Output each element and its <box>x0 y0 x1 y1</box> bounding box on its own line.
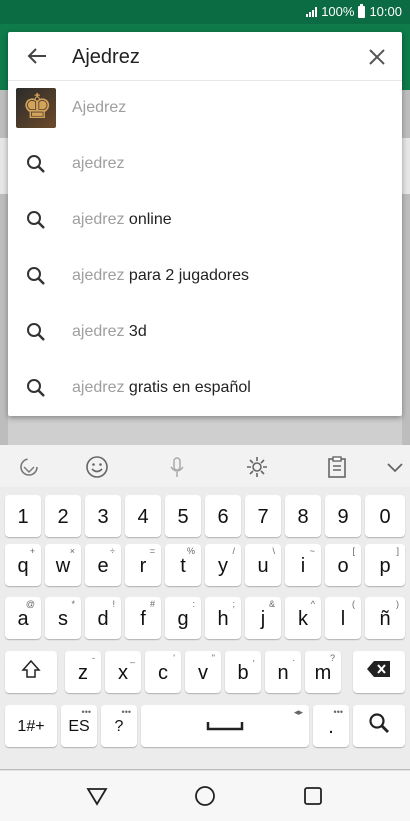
key-q[interactable]: + q <box>5 544 41 586</box>
key-v[interactable]: " v <box>185 651 221 693</box>
key-m[interactable]: ? m <box>305 651 341 693</box>
keyboard: 1 2 3 4 5 6 7 8 9 0 + q × w ÷ e = r % t / y \ u… <box>0 487 410 769</box>
suggestion-text: Ajedrez <box>72 99 127 116</box>
suggestion-text: ajedrez para 2 jugadores <box>72 267 250 284</box>
keyboard-toolbar <box>0 445 410 488</box>
key-7[interactable]: 7 <box>245 495 281 537</box>
key-j[interactable]: & j <box>245 597 281 639</box>
question-key[interactable]: •••? <box>101 705 137 747</box>
key-p[interactable]: ] p <box>365 544 405 586</box>
key-b[interactable]: ,b <box>225 651 261 693</box>
space-icon <box>206 715 244 738</box>
key-9[interactable]: 9 <box>325 495 361 537</box>
key-a[interactable]: @ a <box>5 597 41 639</box>
chess-app-icon <box>16 88 56 128</box>
language-key[interactable]: ••• ES <box>61 705 97 747</box>
back-triangle-icon[interactable] <box>84 783 110 809</box>
search-key[interactable] <box>353 705 405 747</box>
search-row: Ajedrez <box>8 32 402 81</box>
key-y[interactable]: / y <box>205 544 241 586</box>
key-3[interactable]: 3 <box>85 495 121 537</box>
search-input[interactable]: Ajedrez <box>72 46 140 69</box>
settings-gear-icon[interactable] <box>244 454 270 480</box>
clock: 10:00 <box>369 4 402 19</box>
suggestion-text: ajedrez online <box>72 211 172 228</box>
backspace-icon <box>366 659 392 685</box>
key-0[interactable]: 0 <box>365 495 405 537</box>
suggestion-item[interactable]: ajedrez 3d <box>8 304 402 360</box>
period-key[interactable]: •••. <box>313 705 349 747</box>
suggestion-item[interactable]: ajedrez gratis en español <box>8 360 402 416</box>
shift-key[interactable] <box>5 651 57 693</box>
suggestion-text: ajedrez <box>72 155 125 172</box>
signal-icon <box>306 6 318 17</box>
suggestion-text: ajedrez gratis en español <box>72 379 251 396</box>
key-g[interactable]: :g <box>165 597 201 639</box>
key-f[interactable]: # f <box>125 597 161 639</box>
suggestion-item[interactable]: ajedrez <box>8 136 402 192</box>
backspace-key[interactable] <box>353 651 405 693</box>
recents-square-icon[interactable] <box>300 783 326 809</box>
hide-keyboard-chevron-icon[interactable] <box>382 454 408 480</box>
key-8[interactable]: 8 <box>285 495 321 537</box>
suggestion-text: ajedrez 3d <box>72 323 147 340</box>
key-x[interactable]: _ x <box>105 651 141 693</box>
navigation-bar <box>0 770 410 821</box>
key-l[interactable]: (l <box>325 597 361 639</box>
clipboard-icon[interactable] <box>324 454 350 480</box>
key-t[interactable]: % t <box>165 544 201 586</box>
suggestion-item[interactable]: ajedrez online <box>8 192 402 248</box>
key-h[interactable]: ; h <box>205 597 241 639</box>
key-r[interactable]: = r <box>125 544 161 586</box>
search-icon <box>24 320 48 344</box>
rotate-keyboard-icon[interactable] <box>16 454 42 480</box>
search-suggestions-panel: Ajedrez Ajedrez ajedrez ajedrez online a… <box>8 32 402 416</box>
key-c[interactable]: ' c <box>145 651 181 693</box>
key-e[interactable]: ÷ e <box>85 544 121 586</box>
back-arrow-icon[interactable] <box>22 42 52 70</box>
key-d[interactable]: ! d <box>85 597 121 639</box>
battery-icon <box>358 3 366 18</box>
battery-percent: 100% <box>321 4 355 19</box>
status-bar: 100% 10:00 <box>0 0 410 24</box>
key-w[interactable]: × w <box>45 544 81 586</box>
search-icon <box>24 208 48 232</box>
key-n[interactable]: .n <box>265 651 301 693</box>
suggestion-app-ajedrez[interactable]: Ajedrez <box>8 80 402 136</box>
key-o[interactable]: [o <box>325 544 361 586</box>
key-4[interactable]: 4 <box>125 495 161 537</box>
key-n-tilde[interactable]: ) ñ <box>365 597 405 639</box>
emoji-icon[interactable] <box>84 454 110 480</box>
key-1[interactable]: 1 <box>5 495 41 537</box>
key-i[interactable]: ~ i <box>285 544 321 586</box>
key-5[interactable]: 5 <box>165 495 201 537</box>
key-6[interactable]: 6 <box>205 495 241 537</box>
key-u[interactable]: \ u <box>245 544 281 586</box>
status-right: 100% 10:00 <box>306 3 402 19</box>
microphone-icon[interactable] <box>164 454 190 480</box>
space-bar[interactable]: ◂▸ <box>141 705 309 747</box>
shift-arrow-icon <box>20 658 42 686</box>
home-circle-icon[interactable] <box>192 783 218 809</box>
search-icon <box>24 264 48 288</box>
suggestion-item[interactable]: ajedrez para 2 jugadores <box>8 248 402 304</box>
search-icon <box>367 711 391 741</box>
close-icon[interactable] <box>364 44 390 70</box>
search-icon <box>24 376 48 400</box>
key-k[interactable]: ^ k <box>285 597 321 639</box>
symbols-key[interactable]: 1#+ <box>5 705 57 747</box>
key-z[interactable]: ‐ z <box>65 651 101 693</box>
key-s[interactable]: * s <box>45 597 81 639</box>
search-icon <box>24 152 48 176</box>
key-2[interactable]: 2 <box>45 495 81 537</box>
